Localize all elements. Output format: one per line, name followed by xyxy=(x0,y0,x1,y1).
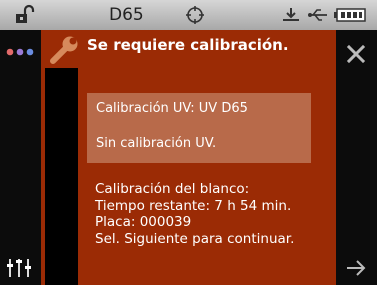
white-calibration-info: Calibración del blanco: Tiempo restante:… xyxy=(95,181,294,247)
wrench-icon xyxy=(48,34,80,70)
instruction-text: Sel. Siguiente para continuar. xyxy=(95,230,295,247)
time-remaining: Tiempo restante: 7 h 54 min. xyxy=(95,197,292,214)
white-calibration-label: Calibración del blanco: xyxy=(95,181,250,197)
illuminant-label: D65 xyxy=(109,5,144,25)
unlock-icon[interactable] xyxy=(13,0,35,30)
battery-icon xyxy=(334,0,368,30)
status-bar: D65 xyxy=(0,0,377,30)
sliders-icon[interactable] xyxy=(6,255,32,283)
close-icon[interactable] xyxy=(345,43,367,69)
next-arrow-icon[interactable] xyxy=(345,257,367,283)
status-dots-icon xyxy=(5,42,35,61)
uv-calibration-box: Calibración UV: UV D65 Sin calibración U… xyxy=(87,93,311,163)
plate-number: Placa: 000039 xyxy=(95,214,192,230)
target-icon xyxy=(184,0,206,30)
uv-status-text: Sin calibración UV. xyxy=(96,136,217,151)
left-sidebar xyxy=(0,30,41,285)
message-title: Se requiere calibración. xyxy=(87,36,289,54)
right-sidebar xyxy=(336,30,377,285)
download-icon xyxy=(280,0,302,30)
usb-icon xyxy=(307,0,329,30)
uv-calibration-text: Calibración UV: UV D65 xyxy=(96,101,248,116)
